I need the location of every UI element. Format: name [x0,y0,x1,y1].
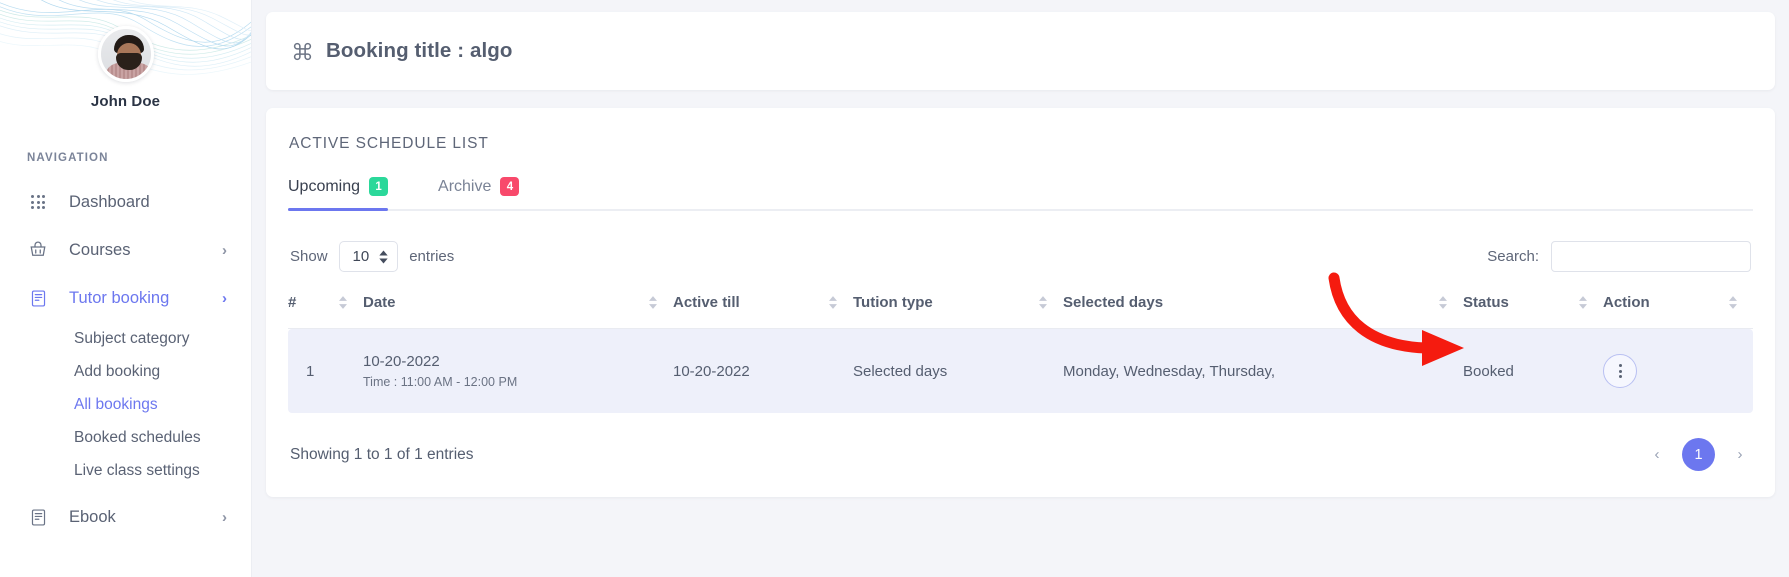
search-input[interactable] [1551,241,1751,272]
tab-label: Upcoming [288,178,360,196]
sidebar-item-dashboard[interactable]: Dashboard [0,178,251,226]
app-root: John Doe NAVIGATION Dashboard Courses [0,0,1789,577]
sort-icon [649,296,657,309]
table-header-row: # Date [288,294,1753,329]
book-icon [27,508,49,527]
col-label: Selected days [1063,294,1163,311]
table-container: # Date [288,294,1753,413]
col-date[interactable]: Date [363,294,673,329]
cell-date: 10-20-2022 Time : 11:00 AM - 12:00 PM [363,329,673,414]
profile-name: John Doe [0,93,251,110]
sidebar-item-label: Ebook [69,508,116,527]
chevron-right-icon: › [222,291,227,306]
sort-icon [339,296,347,309]
page-title: Booking title : algo [326,39,513,63]
book-icon [27,289,49,308]
col-status[interactable]: Status [1463,294,1603,329]
pagination-next-button[interactable]: › [1729,444,1751,466]
cell-status: Booked [1463,329,1603,414]
col-selected-days[interactable]: Selected days [1063,294,1463,329]
schedule-table: # Date [288,294,1753,413]
col-action[interactable]: Action [1603,294,1753,329]
sort-icon [1039,296,1047,309]
tab-badge-count: 4 [500,177,519,196]
table-controls: Show 10 entries Search: [288,241,1753,272]
showing-entries-text: Showing 1 to 1 of 1 entries [290,446,474,464]
col-label: # [288,294,296,311]
show-label: Show [290,248,328,265]
show-entries-control: Show 10 entries [290,241,454,272]
row-action-button[interactable] [1603,354,1637,388]
tab-label: Archive [438,178,491,196]
sort-icon [1439,296,1447,309]
command-icon [292,41,313,62]
page-size-select[interactable]: 10 [339,241,399,272]
cell-selected-days: Monday, Wednesday, Thursday, [1063,329,1463,414]
basket-icon [27,241,49,259]
cell-date-value: 10-20-2022 [363,353,673,370]
page-title-card: Booking title : algo [266,12,1775,90]
cell-tution-type: Selected days [853,329,1063,414]
pagination: ‹ 1 › [1646,438,1751,471]
grid-dots-icon [27,195,49,209]
main-content: Booking title : algo ACTIVE SCHEDULE LIS… [252,0,1789,577]
table-footer: Showing 1 to 1 of 1 entries ‹ 1 › [288,438,1753,471]
table-row: 1 10-20-2022 Time : 11:00 AM - 12:00 PM … [288,329,1753,414]
sidebar-item-ebook[interactable]: Ebook › [0,493,251,541]
table-header: # Date [288,294,1753,329]
search-control: Search: [1487,241,1751,272]
search-label: Search: [1487,248,1539,265]
tab-bar: Upcoming 1 Archive 4 [288,177,1753,211]
sidebar-item-label: Tutor booking [69,289,169,308]
col-active-till[interactable]: Active till [673,294,853,329]
chevron-right-icon: › [222,510,227,525]
sidebar-subitem-all-bookings[interactable]: All bookings [0,388,251,421]
col-index[interactable]: # [288,294,363,329]
tab-upcoming[interactable]: Upcoming 1 [288,177,414,209]
sidebar-subitem-add-booking[interactable]: Add booking [0,355,251,388]
sort-icon [1579,296,1587,309]
avatar [98,26,154,82]
tab-badge-count: 1 [369,177,388,196]
sidebar: John Doe NAVIGATION Dashboard Courses [0,0,252,577]
sidebar-profile: John Doe [0,0,251,110]
section-heading: ACTIVE SCHEDULE LIST [288,135,1753,153]
tab-archive[interactable]: Archive 4 [438,177,545,209]
three-dots-vertical-icon [1619,364,1622,378]
entries-label: entries [409,248,454,265]
col-label: Tution type [853,294,933,311]
table-body: 1 10-20-2022 Time : 11:00 AM - 12:00 PM … [288,329,1753,414]
stepper-arrows-icon [379,250,388,263]
sort-icon [1729,296,1737,309]
pagination-prev-button[interactable]: ‹ [1646,444,1668,466]
col-tution-type[interactable]: Tution type [853,294,1063,329]
sidebar-item-label: Dashboard [69,193,150,212]
sidebar-subitem-booked-schedules[interactable]: Booked schedules [0,421,251,454]
sort-icon [829,296,837,309]
cell-active-till: 10-20-2022 [673,329,853,414]
chevron-right-icon: › [222,243,227,258]
nav-section-label: NAVIGATION [27,152,251,164]
cell-time-value: Time : 11:00 AM - 12:00 PM [363,375,673,389]
col-label: Date [363,294,396,311]
col-label: Action [1603,294,1650,311]
sidebar-subitem-live-class-settings[interactable]: Live class settings [0,454,251,487]
cell-index: 1 [288,329,363,414]
page-size-value: 10 [353,248,370,265]
pagination-page-1[interactable]: 1 [1682,438,1715,471]
col-label: Active till [673,294,740,311]
sidebar-item-tutor-booking[interactable]: Tutor booking › [0,274,251,322]
col-label: Status [1463,294,1509,311]
sidebar-item-label: Courses [69,241,130,260]
sidebar-item-courses[interactable]: Courses › [0,226,251,274]
sidebar-subitem-subject-category[interactable]: Subject category [0,322,251,355]
schedule-list-card: ACTIVE SCHEDULE LIST Upcoming 1 Archive … [266,108,1775,497]
cell-action [1603,329,1753,414]
sidebar-nav: Dashboard Courses › [0,178,251,541]
